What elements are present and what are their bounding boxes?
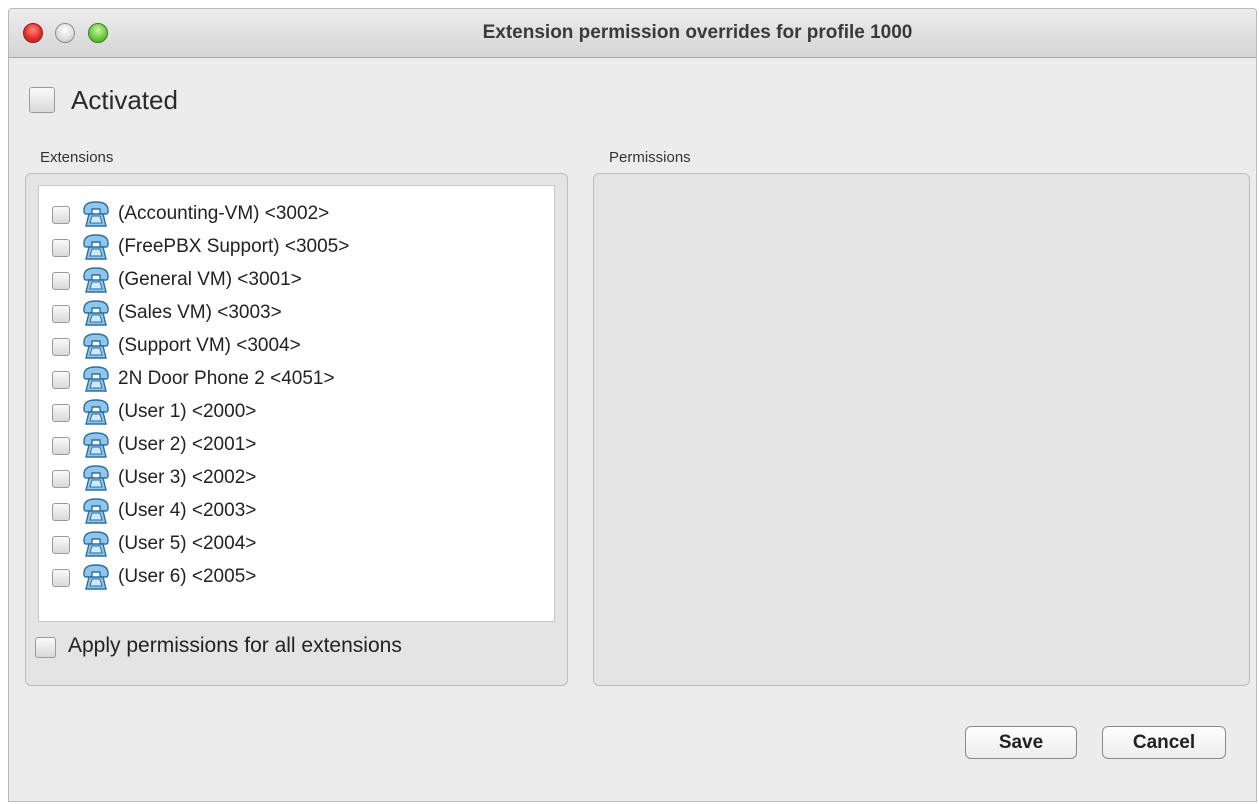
permissions-panel — [593, 173, 1250, 686]
extension-label: (Accounting-VM) <3002> — [118, 203, 330, 224]
extension-list-item[interactable]: (User 4) <2003> — [39, 497, 554, 527]
phone-icon — [81, 366, 111, 393]
phone-icon — [81, 333, 111, 360]
extension-label: (Sales VM) <3003> — [118, 302, 282, 323]
title-bar[interactable]: Extension permission overrides for profi… — [9, 9, 1256, 58]
permissions-section-label: Permissions — [609, 149, 691, 166]
extension-label: (FreePBX Support) <3005> — [118, 236, 350, 257]
extension-label: (User 6) <2005> — [118, 566, 257, 587]
apply-all-checkbox[interactable] — [35, 637, 56, 658]
extension-label: (User 5) <2004> — [118, 533, 257, 554]
extension-checkbox[interactable] — [52, 536, 70, 554]
extension-checkbox[interactable] — [52, 305, 70, 323]
apply-all-label: Apply permissions for all extensions — [68, 634, 402, 657]
extension-checkbox[interactable] — [52, 206, 70, 224]
extension-label: (User 1) <2000> — [118, 401, 257, 422]
extensions-section-label: Extensions — [40, 149, 114, 166]
phone-icon — [81, 564, 111, 591]
dialog-window: Extension permission overrides for profi… — [8, 8, 1257, 802]
extension-checkbox[interactable] — [52, 470, 70, 488]
extensions-list[interactable]: (Accounting-VM) <3002> (FreePBX Support) … — [38, 185, 555, 622]
extension-checkbox[interactable] — [52, 437, 70, 455]
extension-list-item[interactable]: (User 2) <2001> — [39, 431, 554, 461]
extension-list-item[interactable]: (General VM) <3001> — [39, 266, 554, 296]
phone-icon — [81, 267, 111, 294]
extension-checkbox[interactable] — [52, 404, 70, 422]
extension-list-item[interactable]: (User 3) <2002> — [39, 464, 554, 494]
phone-icon — [81, 498, 111, 525]
phone-icon — [81, 531, 111, 558]
extension-checkbox[interactable] — [52, 272, 70, 290]
phone-icon — [81, 399, 111, 426]
extension-checkbox[interactable] — [52, 503, 70, 521]
extension-label: (User 2) <2001> — [118, 434, 257, 455]
activated-checkbox[interactable] — [29, 87, 55, 113]
extension-checkbox[interactable] — [52, 569, 70, 587]
extension-label: (User 3) <2002> — [118, 467, 257, 488]
extension-list-item[interactable]: (Sales VM) <3003> — [39, 299, 554, 329]
extension-checkbox[interactable] — [52, 371, 70, 389]
phone-icon — [81, 432, 111, 459]
extension-list-item[interactable]: (User 5) <2004> — [39, 530, 554, 560]
extension-list-item[interactable]: (Support VM) <3004> — [39, 332, 554, 362]
extension-list-item[interactable]: (FreePBX Support) <3005> — [39, 233, 554, 263]
extension-list-item[interactable]: (Accounting-VM) <3002> — [39, 200, 554, 230]
save-button[interactable]: Save — [965, 726, 1077, 759]
phone-icon — [81, 300, 111, 327]
phone-icon — [81, 201, 111, 228]
extension-label: (User 4) <2003> — [118, 500, 257, 521]
extension-label: (General VM) <3001> — [118, 269, 302, 290]
phone-icon — [81, 465, 111, 492]
extension-checkbox[interactable] — [52, 338, 70, 356]
extension-checkbox[interactable] — [52, 239, 70, 257]
extension-label: (Support VM) <3004> — [118, 335, 301, 356]
window-title: Extension permission overrides for profi… — [482, 22, 913, 43]
extension-list-item[interactable]: 2N Door Phone 2 <4051> — [39, 365, 554, 395]
extension-label: 2N Door Phone 2 <4051> — [118, 368, 335, 389]
phone-icon — [81, 234, 111, 261]
extension-list-item[interactable]: (User 6) <2005> — [39, 563, 554, 593]
extensions-panel: (Accounting-VM) <3002> (FreePBX Support) … — [25, 173, 568, 686]
extension-list-item[interactable]: (User 1) <2000> — [39, 398, 554, 428]
activated-label: Activated — [71, 85, 178, 115]
cancel-button[interactable]: Cancel — [1102, 726, 1226, 759]
